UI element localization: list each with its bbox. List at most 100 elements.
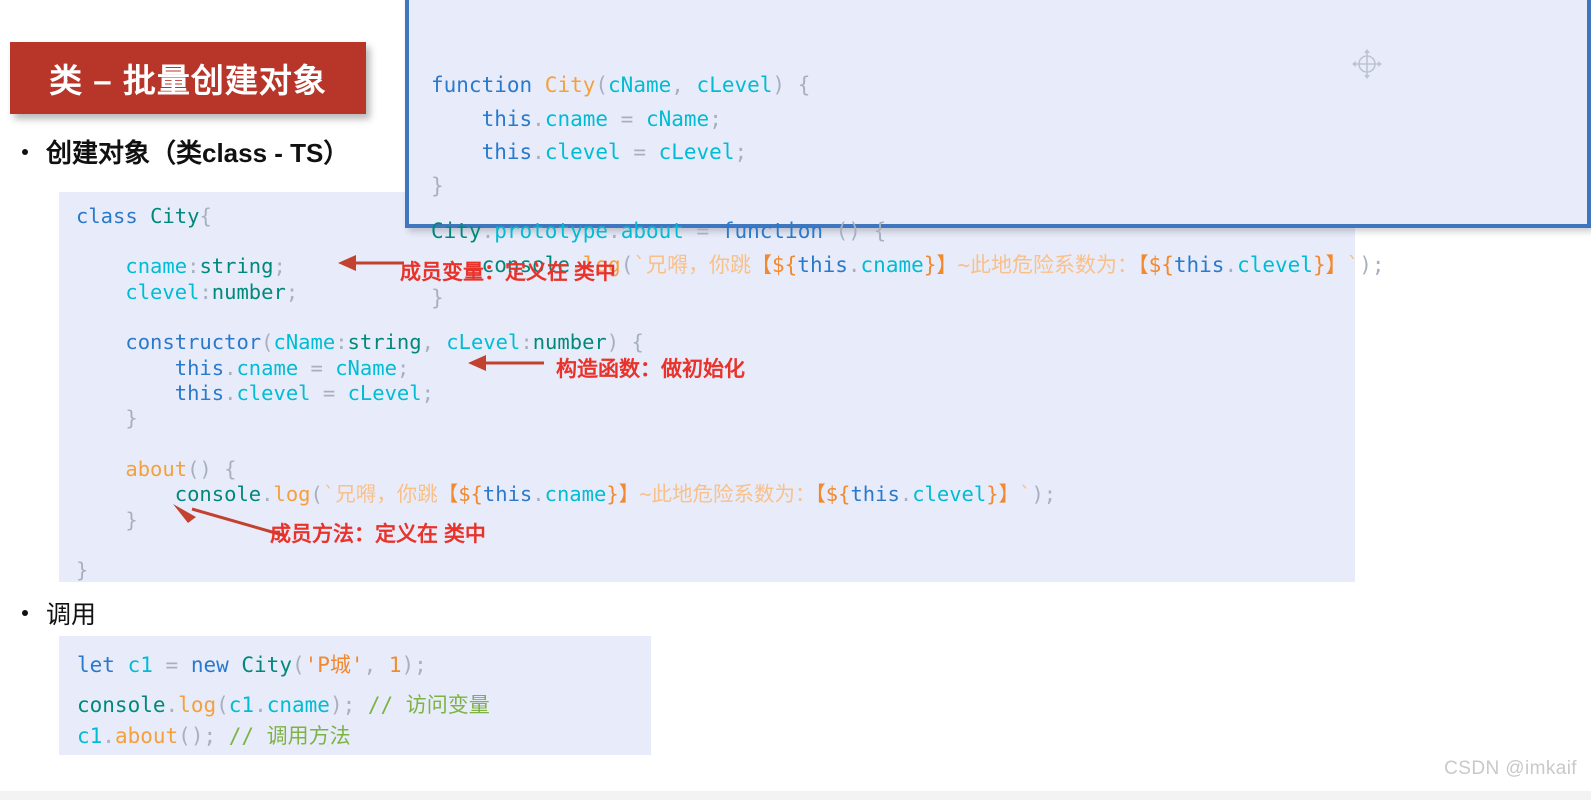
code-token: City <box>150 204 200 228</box>
code-token: = <box>683 219 722 243</box>
code-token: ; <box>285 279 299 304</box>
code-token: ); <box>1359 252 1385 277</box>
code-line: console.log(c1.cname); // 访问变量 <box>77 690 651 721</box>
code-token: (); <box>178 724 229 748</box>
bullet-invoke: 调用 <box>22 595 96 631</box>
code-token: prototype <box>494 219 609 243</box>
bullet-invoke-label: 调用 <box>46 601 97 629</box>
code-token: . <box>532 140 545 164</box>
code-token: = <box>298 355 336 380</box>
annotation-label-member-method: 成员方法：定义在 类中 <box>270 523 486 546</box>
code-token: 】 <box>936 252 958 277</box>
code-token: : <box>187 254 200 279</box>
code-token: ); <box>401 653 427 677</box>
annotation-arrow-member-variable <box>338 255 404 271</box>
code-block-prototype-js[interactable]: function City(cName, cLevel) { this.cnam… <box>405 0 1591 310</box>
code-token: // 调用方法 <box>228 724 351 748</box>
code-token: cname <box>544 482 607 507</box>
code-line: let c1 = new City('P城', 1); <box>77 650 651 681</box>
code-token: . <box>1224 252 1238 277</box>
code-token: about <box>125 456 188 481</box>
code-line: } <box>431 170 1587 204</box>
code-token: 】 <box>1325 252 1347 277</box>
code-token: ( <box>261 330 274 355</box>
code-line: } <box>431 282 1587 316</box>
code-token: . <box>899 482 913 507</box>
code-token: `兄嘚，你跳 <box>322 482 438 507</box>
code-token: c1 <box>77 724 103 748</box>
code-line: constructor(cName:string, cLevel:number)… <box>76 330 1355 355</box>
code-token: } <box>431 173 444 198</box>
code-block-invoke: let c1 = new City('P城', 1);​console.log(… <box>59 636 651 755</box>
code-token: ; <box>709 106 722 131</box>
code-line: this.clevel = cLevel; <box>76 381 1355 406</box>
code-token: ~此地危险系数为： <box>957 252 1139 277</box>
code-token: cname <box>125 254 188 279</box>
bottom-strip <box>0 791 1591 800</box>
code-token: : <box>335 330 348 355</box>
code-token: this <box>174 381 225 406</box>
code-token: 】 <box>998 482 1020 507</box>
code-token: clevel <box>1237 252 1313 277</box>
code-line: c1.about(); // 调用方法 <box>77 721 651 752</box>
code-token: 'P城' <box>304 653 364 677</box>
code-line: City.prototype.about = function () { <box>431 215 1587 249</box>
code-token: : <box>199 279 212 304</box>
code-token: 【 <box>815 482 826 507</box>
code-token: clevel <box>544 140 621 164</box>
code-token: } <box>76 507 138 532</box>
code-line: function City(cName, cLevel) { <box>431 69 1587 103</box>
code-token: } <box>76 558 89 583</box>
code-token: this <box>482 482 533 507</box>
code-token: } <box>923 252 937 277</box>
code-token: . <box>532 482 545 507</box>
code-line: } <box>76 406 1355 431</box>
code-token: about <box>620 219 684 243</box>
code-token: // 访问变量 <box>367 693 490 717</box>
code-token: ( <box>310 482 323 507</box>
code-token: . <box>254 693 267 717</box>
code-token: . <box>532 106 545 131</box>
code-token: = <box>152 653 191 677</box>
code-token: c1 <box>228 693 255 717</box>
code-line: ​ <box>76 432 1355 457</box>
code-token: number <box>211 279 286 304</box>
code-token: () { <box>187 456 237 481</box>
page-title: 类 – 批量创建对象 <box>49 62 327 99</box>
code-token: City <box>544 73 596 97</box>
code-token: class <box>76 204 151 228</box>
code-token: c1 <box>127 653 153 677</box>
code-token: ); <box>329 693 368 717</box>
code-token: log <box>178 693 217 717</box>
code-token: new <box>190 653 242 677</box>
code-token: ( <box>216 693 229 717</box>
code-token: City <box>431 219 482 243</box>
annotation-label-constructor: 构造函数：做初始化 <box>556 358 745 381</box>
code-token: . <box>608 219 621 243</box>
code-token: cName <box>608 73 672 97</box>
code-token: . <box>224 381 237 406</box>
code-token: cLevel <box>696 73 773 97</box>
code-token: about <box>114 724 179 748</box>
code-token: ${ <box>825 482 851 507</box>
code-token: ( <box>620 252 634 277</box>
code-line: about() { <box>76 457 1355 482</box>
code-token: ${ <box>772 252 798 277</box>
move-cursor-icon <box>1352 49 1382 79</box>
code-token: , <box>421 330 447 355</box>
code-line: } <box>76 558 1355 583</box>
code-token: number <box>532 330 607 355</box>
code-token: 【 <box>751 252 772 277</box>
code-token: cName <box>335 355 397 380</box>
code-token: string <box>199 254 274 279</box>
code-token: cLevel <box>658 140 735 164</box>
code-token: `兄嘚，你跳 <box>633 252 751 277</box>
code-token: 】 <box>618 482 640 507</box>
code-line: this.clevel = cLevel; <box>431 136 1587 170</box>
